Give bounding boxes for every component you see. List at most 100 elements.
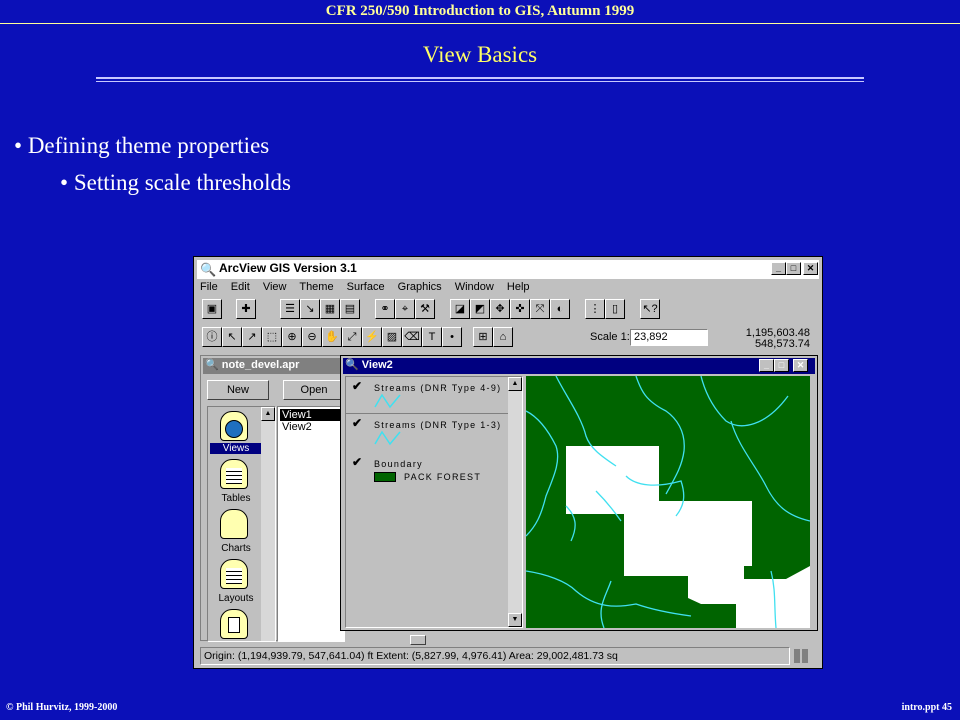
stream-line-symbol-2 — [374, 430, 401, 446]
open-button[interactable]: Open — [283, 380, 345, 400]
calculator-icon[interactable]: ▤ — [340, 299, 360, 319]
doc-type-layouts[interactable]: Layouts — [210, 593, 262, 604]
toc-scroll-up-icon[interactable]: ▲ — [508, 377, 522, 391]
snap-icon[interactable]: ⊞ — [473, 327, 493, 347]
view-item-2[interactable]: View2 — [280, 421, 344, 433]
view-list: View1 View2 — [277, 406, 345, 642]
app-title: ArcView GIS Version 3.1 — [219, 261, 357, 275]
area-of-interest-icon[interactable]: ▨ — [382, 327, 402, 347]
doc-type-tables[interactable]: Tables — [210, 493, 262, 504]
menu-window[interactable]: Window — [455, 281, 494, 293]
close-button[interactable]: ✕ — [803, 262, 818, 275]
toc-scrollbar[interactable]: ▲ ▼ — [508, 377, 522, 627]
view2-minimize-button[interactable]: _ — [759, 359, 774, 372]
help-icon[interactable]: ↖? — [640, 299, 660, 319]
stream-4 — [700, 376, 789, 427]
app-titlebar: 🔍 ArcView GIS Version 3.1 _ □ ✕ — [197, 260, 819, 279]
zoom-selected-icon[interactable]: ✥ — [490, 299, 510, 319]
charts-doc-icon[interactable] — [220, 509, 248, 539]
zoom-in-icon[interactable]: ✜ — [510, 299, 530, 319]
menu-theme[interactable]: Theme — [299, 281, 333, 293]
scroll-up-icon[interactable]: ▲ — [261, 407, 275, 421]
zoom-in-tool-icon[interactable]: ⊕ — [282, 327, 302, 347]
menu-graphics[interactable]: Graphics — [398, 281, 442, 293]
footer-copyright: © Phil Hurvitz, 1999-2000 — [6, 702, 118, 713]
vertex-edit-icon[interactable]: ↗ — [242, 327, 262, 347]
arcview-icon: 🔍 — [200, 262, 217, 277]
zoom-out-tool-icon[interactable]: ⊖ — [302, 327, 322, 347]
zoom-previous-icon[interactable]: ◐ — [550, 299, 570, 319]
doc-type-views[interactable]: Views — [210, 443, 262, 454]
toc-entry-2[interactable]: ✔ Streams (DNR Type 1-3) — [346, 414, 508, 450]
add-theme-icon[interactable]: ✚ — [236, 299, 256, 319]
locate-icon[interactable]: ⌖ — [395, 299, 415, 319]
tool-bar: ⓘ ↖ ↗ ⬚ ⊕ ⊖ ✋ ⤢ ⚡ ▨ ⌫ T • ⊞ ⌂ Scale 1: 2… — [200, 327, 818, 351]
minimize-button[interactable]: _ — [771, 262, 786, 275]
globe-icon — [225, 420, 243, 438]
identify-icon[interactable]: ⓘ — [202, 327, 222, 347]
menu-file[interactable]: File — [200, 281, 218, 293]
map-canvas[interactable] — [526, 376, 810, 628]
view-item-1[interactable]: View1 — [280, 409, 342, 421]
non-forest-area-2 — [624, 501, 752, 576]
text-tool-icon[interactable]: T — [422, 327, 442, 347]
pan-icon[interactable]: ✋ — [322, 327, 342, 347]
query-builder-icon[interactable]: ⚒ — [415, 299, 435, 319]
theme-3-class-label: PACK FOREST — [404, 472, 482, 482]
theme-2-checkbox[interactable]: ✔ — [352, 417, 363, 429]
zoom-full-icon[interactable]: ◪ — [450, 299, 470, 319]
stream-8 — [600, 580, 612, 628]
label-icon[interactable]: ⌫ — [402, 327, 422, 347]
scripts-doc-icon[interactable] — [220, 609, 248, 639]
find-icon[interactable]: ⚭ — [375, 299, 395, 319]
draw-point-icon[interactable]: • — [442, 327, 462, 347]
open-table-icon[interactable]: ▦ — [320, 299, 340, 319]
project-titlebar: 🔍 note_devel.apr — [203, 358, 341, 374]
doc-type-list: Views Tables Charts Layouts ▲ — [207, 406, 276, 642]
maximize-button[interactable]: □ — [786, 262, 801, 275]
zoom-active-icon[interactable]: ◩ — [470, 299, 490, 319]
tables-doc-icon[interactable] — [220, 459, 248, 489]
pointer-icon[interactable]: ↖ — [222, 327, 242, 347]
theme-1-checkbox[interactable]: ✔ — [352, 380, 363, 392]
zoom-out-icon[interactable]: ⤧ — [530, 299, 550, 319]
project-window: 🔍 note_devel.apr New Open Views Tables C… — [200, 355, 345, 642]
header-rule — [0, 23, 960, 24]
select-feature-icon[interactable]: ⬚ — [262, 327, 282, 347]
save-project-icon[interactable]: ▣ — [202, 299, 222, 319]
resize-grip-icon[interactable] — [794, 649, 810, 663]
measure-icon[interactable]: ⤢ — [342, 327, 362, 347]
cursor-y-readout: 548,573.74 — [754, 338, 810, 350]
hotlink-icon[interactable]: ⚡ — [362, 327, 382, 347]
new-button[interactable]: New — [207, 380, 269, 400]
menu-view[interactable]: View — [263, 281, 287, 293]
view2-title: View2 — [361, 359, 393, 371]
theme-3-checkbox[interactable]: ✔ — [352, 456, 363, 468]
slide-title: View Basics — [422, 42, 538, 67]
bullet-dot-2: • — [60, 170, 74, 195]
toc-scroll-down-icon[interactable]: ▼ — [508, 613, 522, 627]
toc-entry-1[interactable]: ✔ Streams (DNR Type 4-9) — [346, 377, 508, 414]
clear-selection-icon[interactable]: ▯ — [605, 299, 625, 319]
views-doc-icon[interactable] — [220, 411, 248, 441]
edit-legend-icon[interactable]: ↘ — [300, 299, 320, 319]
mdi-scroll-thumb[interactable] — [410, 635, 426, 645]
project-title: note_devel.apr — [221, 359, 300, 371]
view2-close-button[interactable]: ✕ — [793, 359, 808, 372]
scale-input[interactable]: 23,892 — [630, 329, 708, 346]
theme-properties-icon[interactable]: ☰ — [280, 299, 300, 319]
arcview-window: 🔍 ArcView GIS Version 3.1 _ □ ✕ File Edi… — [193, 256, 823, 669]
doc-type-charts[interactable]: Charts — [210, 543, 262, 554]
table-of-contents: ✔ Streams (DNR Type 4-9) ✔ Streams (DNR … — [345, 376, 523, 628]
toc-entry-3[interactable]: ✔ Boundary PACK FOREST — [346, 453, 508, 489]
doc-type-scrollbar[interactable]: ▲ — [261, 407, 275, 641]
menu-surface[interactable]: Surface — [347, 281, 385, 293]
layouts-doc-icon[interactable] — [220, 559, 248, 589]
map-display[interactable] — [526, 376, 810, 628]
view2-maximize-button[interactable]: □ — [774, 359, 789, 372]
menu-help[interactable]: Help — [507, 281, 530, 293]
bullet-2-text: Setting scale thresholds — [73, 170, 291, 195]
select-graphics-icon[interactable]: ⋮ — [585, 299, 605, 319]
map-tool-icon[interactable]: ⌂ — [493, 327, 513, 347]
menu-edit[interactable]: Edit — [231, 281, 250, 293]
